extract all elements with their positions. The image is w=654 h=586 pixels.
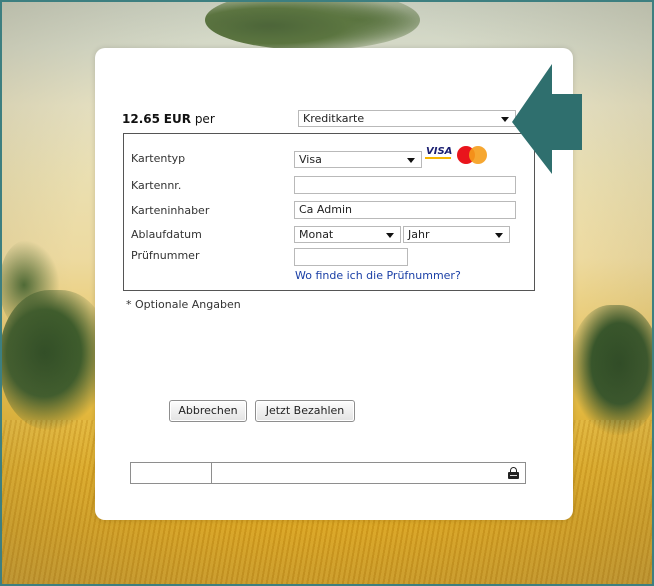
amount-currency: EUR [163, 112, 191, 126]
lock-icon [508, 467, 519, 479]
cancel-button[interactable]: Abbrechen [169, 400, 247, 422]
card-type-select[interactable]: Visa [294, 151, 422, 168]
status-bar [130, 462, 526, 484]
amount-value: 12.65 [122, 112, 160, 126]
payment-method-value: Kreditkarte [303, 112, 365, 125]
payment-method-select[interactable]: Kreditkarte [298, 110, 516, 127]
amount-per: per [194, 112, 215, 126]
card-type-value: Visa [299, 153, 322, 166]
chevron-down-icon [386, 233, 394, 238]
expiry-year-value: Jahr [408, 228, 430, 241]
expiry-year-select[interactable]: Jahr [403, 226, 510, 243]
card-type-label: Kartentyp [131, 152, 186, 165]
arrow-left-icon [512, 64, 582, 174]
cvv-label: Prüfnummer [131, 249, 200, 262]
card-number-field[interactable] [294, 176, 516, 194]
card-holder-label: Karteninhaber [131, 204, 210, 217]
payment-amount: 12.65 EUR per [122, 112, 215, 126]
expiry-label: Ablaufdatum [131, 228, 202, 241]
card-holder-field[interactable]: Ca Admin [294, 201, 516, 219]
payment-dialog: 12.65 EUR per Kreditkarte Kartentyp Visa… [95, 48, 573, 520]
optional-note: * Optionale Angaben [126, 298, 241, 311]
expiry-month-value: Monat [299, 228, 334, 241]
expiry-month-select[interactable]: Monat [294, 226, 401, 243]
pay-now-button[interactable]: Jetzt Bezahlen [255, 400, 355, 422]
chevron-down-icon [495, 233, 503, 238]
card-number-label: Kartennr. [131, 179, 182, 192]
visa-logo: VISA [426, 146, 453, 157]
cvv-field[interactable] [294, 248, 408, 266]
chevron-down-icon [501, 117, 509, 122]
mastercard-logo [457, 146, 487, 164]
chevron-down-icon [407, 158, 415, 163]
cvv-help-link[interactable]: Wo finde ich die Prüfnummer? [295, 269, 461, 282]
